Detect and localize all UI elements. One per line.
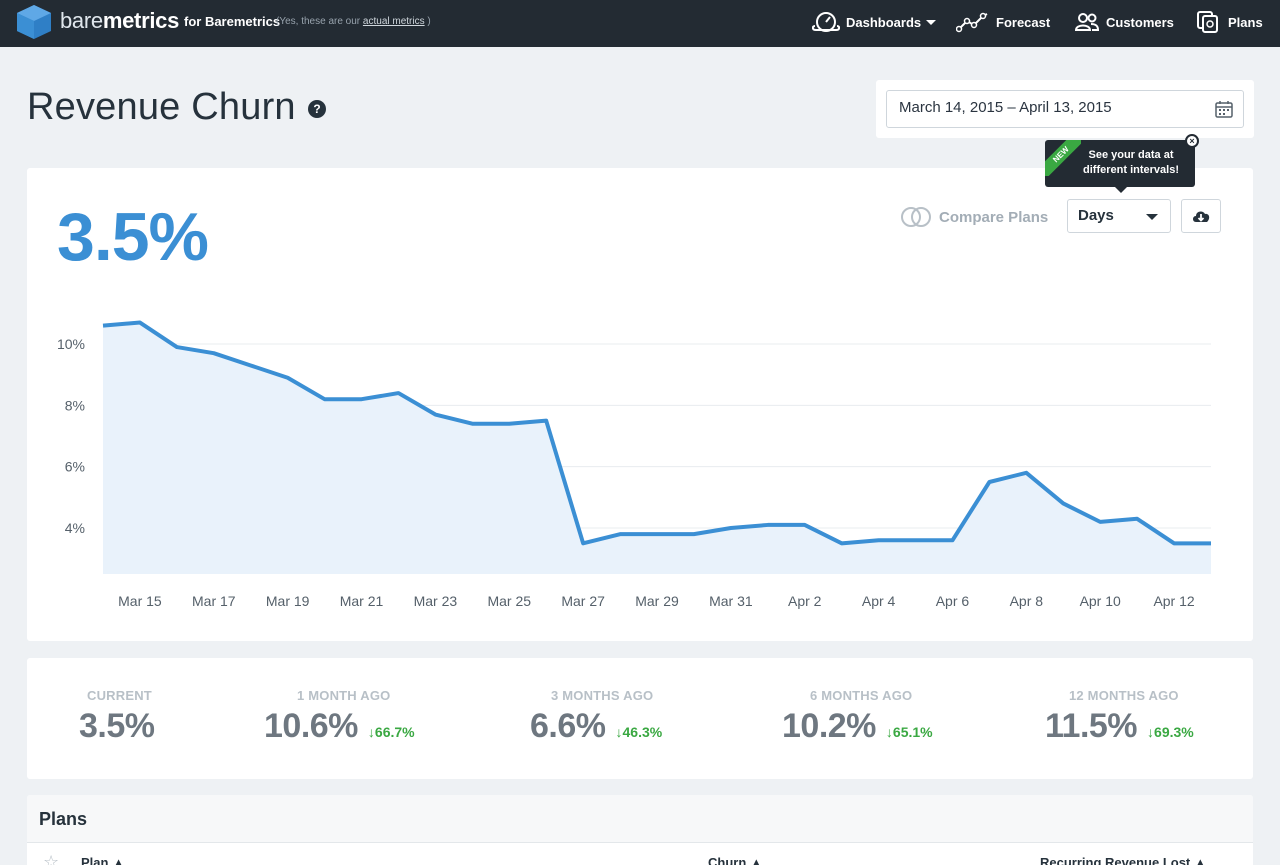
stat-value: 10.2% xyxy=(782,707,876,745)
y-tick-label: 10% xyxy=(57,336,85,352)
x-tick-label: Mar 25 xyxy=(487,593,531,609)
x-tick-label: Apr 6 xyxy=(936,593,970,609)
stat-delta-value: 46.3% xyxy=(622,724,663,740)
close-icon[interactable]: × xyxy=(1185,134,1199,148)
x-tick-label: Mar 29 xyxy=(635,593,679,609)
new-badge: NEW xyxy=(1045,140,1081,176)
column-header-plan[interactable]: Plan ▲ xyxy=(81,855,125,865)
y-tick-label: 6% xyxy=(65,459,85,475)
tooltip-line-2: different intervals! xyxy=(1083,164,1179,176)
comparison-stats-card: CURRENT 3.5% 1 MONTH AGO 10.6% ↓66.7% 3 M… xyxy=(27,658,1253,779)
stat-3-months-ago: 3 MONTHS AGO 6.6% ↓46.3% xyxy=(530,688,662,758)
date-range-card: March 14, 2015 – April 13, 2015 xyxy=(876,80,1254,138)
customers-icon xyxy=(1074,13,1100,31)
plans-icon xyxy=(1197,11,1218,33)
new-ribbon: NEW xyxy=(1045,140,1081,176)
stat-12-months-ago: 12 MONTHS AGO 11.5% ↓69.3% xyxy=(1045,688,1194,758)
nav-dashboards-label: Dashboards xyxy=(846,14,922,30)
column-header-churn[interactable]: Churn ▲ xyxy=(708,855,763,865)
tooltip-line-1: See your data at xyxy=(1088,149,1174,161)
stat-label: 1 MONTH AGO xyxy=(297,688,391,703)
nav-forecast[interactable]: Forecast xyxy=(956,9,1050,35)
y-tick-label: 4% xyxy=(65,520,85,536)
stat-current: CURRENT 3.5% xyxy=(79,688,155,758)
stat-delta-value: 65.1% xyxy=(892,724,933,740)
stat-delta-value: 66.7% xyxy=(374,724,415,740)
plans-title: Plans xyxy=(39,809,88,829)
forecast-icon xyxy=(956,12,988,33)
nav-customers[interactable]: Customers xyxy=(1074,9,1174,35)
chart-card: 3.5% Compare Plans Days 4% 6% 8% 10% Mar 15 M… xyxy=(27,168,1253,641)
chevron-down-icon xyxy=(926,19,937,25)
nav-plans[interactable]: Plans xyxy=(1196,9,1263,35)
brand-name[interactable]: baremetrics xyxy=(60,8,179,34)
revenue-churn-chart: 4% 6% 8% 10% Mar 15 Mar 17 Mar 19 Mar 21 Mar 23 M… xyxy=(57,320,1211,609)
x-tick-label: Mar 27 xyxy=(561,593,605,609)
stat-6-months-ago: 6 MONTHS AGO 10.2% ↓65.1% xyxy=(782,688,933,758)
calendar-icon[interactable] xyxy=(1215,100,1233,118)
stat-label: 6 MONTHS AGO xyxy=(810,688,913,703)
brand-note: (Yes, these are our actual metrics ) xyxy=(276,16,431,27)
x-tick-label: Mar 31 xyxy=(709,593,753,609)
brand-note-prefix: (Yes, these are our xyxy=(276,16,361,27)
x-tick-label: Apr 8 xyxy=(1010,593,1044,609)
stat-delta: ↓46.3% xyxy=(615,724,663,740)
stat-label: CURRENT xyxy=(87,688,152,703)
column-header-label: Recurring Revenue Lost xyxy=(1040,855,1191,865)
stat-delta: ↓69.3% xyxy=(1147,724,1194,740)
y-tick-label: 8% xyxy=(65,397,85,413)
x-tick-label: Mar 19 xyxy=(266,593,310,609)
brand-light: bare xyxy=(60,8,103,33)
column-header-label: Plan xyxy=(81,855,109,865)
x-tick-label: Mar 23 xyxy=(414,593,458,609)
column-header-revenue-lost[interactable]: Recurring Revenue Lost ▲ xyxy=(1040,855,1207,865)
stat-value: 3.5% xyxy=(79,707,155,745)
help-icon[interactable]: ? xyxy=(308,100,326,118)
stat-delta: ↓66.7% xyxy=(367,724,415,740)
stat-delta-value: 69.3% xyxy=(1154,724,1194,740)
stat-delta: ↓65.1% xyxy=(885,724,933,740)
date-range-value: March 14, 2015 – April 13, 2015 xyxy=(899,99,1112,116)
top-nav: baremetrics for Baremetrics (Yes, these … xyxy=(0,0,1280,47)
stat-label: 3 MONTHS AGO xyxy=(551,688,654,703)
date-range-input[interactable]: March 14, 2015 – April 13, 2015 xyxy=(886,90,1244,128)
actual-metrics-link[interactable]: actual metrics xyxy=(363,16,425,27)
brand-bold: metrics xyxy=(102,8,180,33)
x-tick-label: Mar 15 xyxy=(118,593,162,609)
nav-dashboards[interactable]: Dashboards xyxy=(812,9,937,35)
stat-1-month-ago: 1 MONTH AGO 10.6% ↓66.7% xyxy=(264,688,415,758)
x-tick-label: Mar 17 xyxy=(192,593,236,609)
brand-for: for Baremetrics xyxy=(184,14,281,29)
stat-value: 6.6% xyxy=(530,707,606,745)
dashboard-icon xyxy=(812,12,840,32)
stat-value: 10.6% xyxy=(264,707,358,745)
x-tick-label: Mar 21 xyxy=(340,593,384,609)
star-icon[interactable]: ☆ xyxy=(43,852,59,865)
x-tick-label: Apr 10 xyxy=(1080,593,1121,609)
nav-customers-label: Customers xyxy=(1106,14,1174,30)
plans-card: Plans ☆ Plan ▲ Churn ▲ Recurring Revenue… xyxy=(27,795,1253,865)
x-tick-label: Apr 2 xyxy=(788,593,822,609)
brand-note-suffix: ) xyxy=(427,16,431,27)
plans-header: Plans xyxy=(27,795,1253,843)
stat-value: 11.5% xyxy=(1045,707,1138,745)
intervals-tooltip: NEW See your data at different intervals… xyxy=(1045,134,1199,193)
column-header-label: Churn xyxy=(708,855,747,865)
nav-forecast-label: Forecast xyxy=(996,14,1051,30)
page-title: Revenue Churn xyxy=(27,86,296,128)
x-tick-label: Apr 12 xyxy=(1153,593,1194,609)
nav-plans-label: Plans xyxy=(1228,14,1263,30)
x-tick-label: Apr 4 xyxy=(862,593,896,609)
stat-label: 12 MONTHS AGO xyxy=(1069,688,1179,703)
baremetrics-logo-icon[interactable] xyxy=(14,3,54,41)
